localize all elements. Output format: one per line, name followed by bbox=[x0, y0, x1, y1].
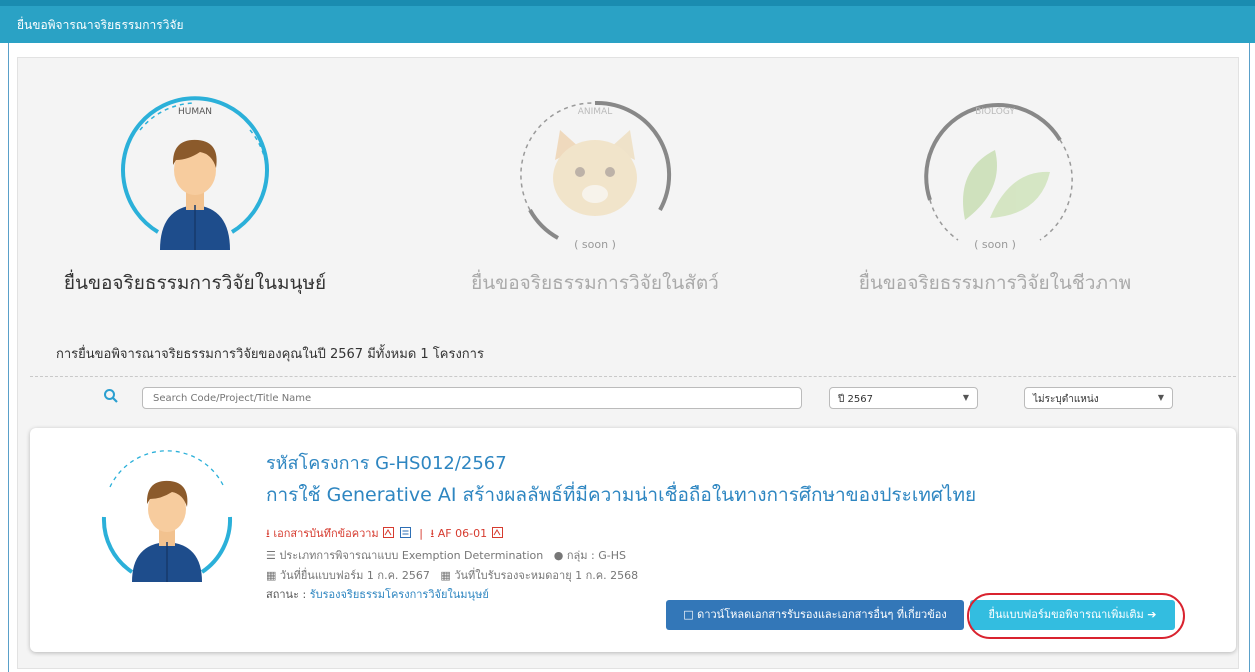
review-meta: ☰ ประเภทการพิจารณาแบบ Exemption Determin… bbox=[266, 546, 626, 564]
list-icon: ☰ bbox=[266, 549, 276, 562]
page-header: ยื่นขอพิจารณาจริยธรรมการวิจัย bbox=[0, 0, 1255, 43]
pdf-icon[interactable] bbox=[383, 527, 395, 538]
highlight-annotation bbox=[967, 593, 1185, 639]
date-meta: ▦ วันที่ยื่นแบบฟอร์ม 1 ก.ค. 2567 ▦ วันที… bbox=[266, 566, 638, 584]
status-value: รับรองจริยธรรมโครงการวิจัยในมนุษย์ bbox=[309, 588, 489, 601]
download-documents-button[interactable]: □ ดาวน์โหลดเอกสารรับรองและเอกสารอื่นๆ ที… bbox=[666, 600, 964, 630]
calendar-icon: ▦ bbox=[266, 569, 277, 582]
project-ring-icon bbox=[101, 450, 233, 582]
project-summary: การยื่นขอพิจารณาจริยธรรมการวิจัยของคุณใน… bbox=[56, 347, 484, 362]
animal-soon-label: ( soon ) bbox=[574, 238, 616, 251]
biology-research-option: BIOLOGY ( soon ) ยื่นขอจริยธรรมการวิจัยใ… bbox=[825, 90, 1145, 300]
pdf-icon[interactable] bbox=[491, 527, 503, 538]
project-code: รหัสโครงการ G-HS012/2567 bbox=[266, 453, 507, 474]
status-line: สถานะ : รับรองจริยธรรมโครงการวิจัยในมนุษ… bbox=[266, 585, 489, 603]
biology-label: ยื่นขอจริยธรรมการวิจัยในชีวภาพ bbox=[858, 272, 1132, 294]
chevron-down-icon: ▼ bbox=[962, 393, 969, 402]
year-select-value: ปี 2567 bbox=[838, 394, 873, 405]
submit-date: วันที่ยื่นแบบฟอร์ม 1 ก.ค. 2567 bbox=[279, 569, 430, 582]
doc-icon[interactable] bbox=[399, 527, 411, 538]
status-label: สถานะ : bbox=[266, 588, 307, 601]
animal-label: ยื่นขอจริยธรรมการวิจัยในสัตว์ bbox=[471, 272, 719, 294]
position-select[interactable]: ไม่ระบุตำแหน่ง ▼ bbox=[1024, 387, 1173, 409]
biology-soon-label: ( soon ) bbox=[974, 238, 1016, 251]
human-research-option[interactable]: HUMAN ยื่นขอจริยธรรมการวิจัยในมนุษย์ bbox=[25, 90, 345, 300]
human-label[interactable]: ยื่นขอจริยธรรมการวิจัยในมนุษย์ bbox=[25, 268, 365, 298]
page-title: ยื่นขอพิจารณาจริยธรรมการวิจัย bbox=[17, 18, 184, 32]
human-tag: HUMAN bbox=[177, 107, 212, 117]
chevron-down-icon: ▼ bbox=[1157, 393, 1164, 402]
memo-document-link[interactable]: เอกสารบันทึกข้อความ bbox=[273, 527, 378, 540]
cat-face-icon bbox=[553, 130, 637, 216]
group-label: กลุ่ม : G-HS bbox=[566, 549, 626, 562]
search-input[interactable] bbox=[142, 387, 802, 409]
leaf-icon bbox=[963, 150, 1050, 220]
file-icon: □ bbox=[683, 608, 694, 621]
user-icon: ● bbox=[553, 549, 564, 562]
man-avatar-icon bbox=[160, 139, 230, 250]
search-icon bbox=[104, 389, 118, 403]
biology-tag: BIOLOGY bbox=[975, 107, 1015, 117]
download-documents-label: ดาวน์โหลดเอกสารรับรองและเอกสารอื่นๆ ที่เ… bbox=[697, 608, 947, 621]
af-document-link[interactable]: AF 06-01 bbox=[438, 527, 487, 540]
review-type: ประเภทการพิจารณาแบบ Exemption Determinat… bbox=[279, 549, 544, 562]
man-avatar-icon bbox=[132, 480, 202, 582]
year-select[interactable]: ปี 2567 ▼ bbox=[829, 387, 978, 409]
animal-tag: ANIMAL bbox=[577, 107, 613, 117]
expire-date: วันที่ใบรับรองจะหมดอายุ 1 ก.ค. 2568 bbox=[454, 569, 639, 582]
download-icon: ⭳ bbox=[430, 527, 435, 540]
project-title: การใช้ Generative AI สร้างผลลัพธ์ที่มีคว… bbox=[266, 484, 977, 506]
position-select-value: ไม่ระบุตำแหน่ง bbox=[1033, 394, 1099, 405]
divider bbox=[30, 376, 1236, 377]
download-icon: ⭳ bbox=[266, 527, 270, 540]
calendar-icon: ▦ bbox=[440, 569, 451, 582]
document-links: ⭳ เอกสารบันทึกข้อความ | ⭳ AF 06-01 bbox=[266, 524, 504, 544]
animal-research-option: ANIMAL ( soon ) ยื่นขอจริยธรรมการวิจัยใน… bbox=[425, 90, 745, 300]
